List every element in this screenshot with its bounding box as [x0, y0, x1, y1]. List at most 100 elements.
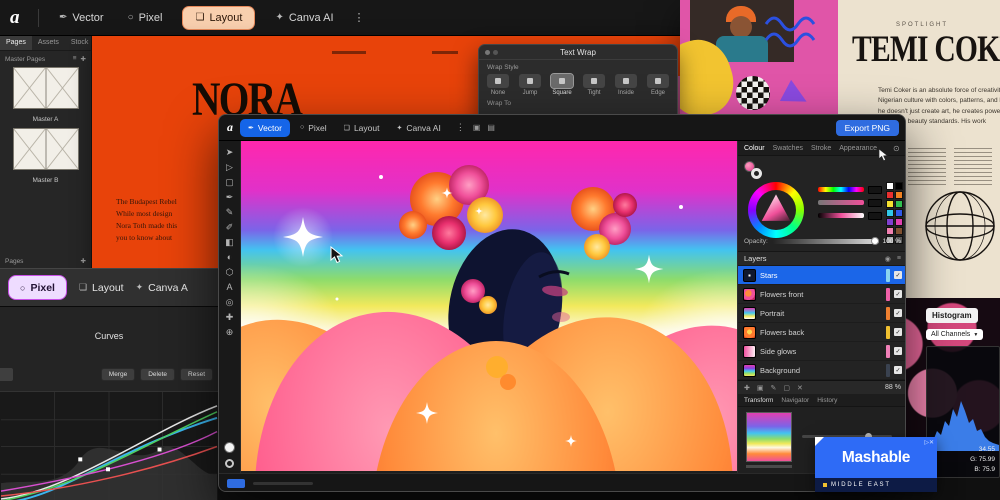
channel-select[interactable]: All Channels ▼	[926, 329, 984, 340]
edit-layer-icon[interactable]: ✎	[771, 384, 777, 392]
layer-row-portrait[interactable]: Portrait ✓	[738, 304, 905, 323]
cutoff-button[interactable]	[0, 367, 13, 381]
persona-canva-2[interactable]: ✦ Canva A	[136, 282, 188, 294]
picker-tool-icon[interactable]: ⊕	[226, 328, 234, 337]
tab-navigator[interactable]: Navigator	[781, 397, 809, 404]
canvas[interactable]	[241, 141, 737, 471]
swatch[interactable]	[895, 200, 903, 208]
node-tool-icon[interactable]: ▷	[226, 163, 233, 172]
opacity-slider[interactable]	[771, 237, 879, 245]
stroke-well[interactable]	[225, 459, 234, 468]
layer-visibility-checkbox[interactable]: ✓	[894, 366, 902, 374]
swatch[interactable]	[895, 182, 903, 190]
persona-pixel[interactable]: ○ Pixel	[116, 0, 175, 35]
tab-stock[interactable]: Stock	[65, 36, 95, 50]
persona-canva-ai[interactable]: ✦ Canva AI	[263, 0, 345, 35]
tab-colour[interactable]: Colour	[744, 145, 765, 152]
group-layer-icon[interactable]: ▢	[783, 384, 790, 392]
kebab-menu-icon[interactable]: ⋮	[346, 11, 373, 24]
dialog-close-icon[interactable]	[485, 49, 490, 55]
layers-target-icon[interactable]: ◉	[885, 255, 891, 263]
swatch[interactable]	[886, 218, 894, 226]
master-b-item[interactable]: Master B	[12, 127, 79, 184]
panel-list-icon[interactable]: ≡	[73, 55, 77, 63]
persona-layout[interactable]: ❏ Layout	[337, 123, 387, 133]
export-png-button[interactable]: Export PNG	[835, 119, 899, 136]
shape-tool-icon[interactable]: ⬡	[226, 268, 234, 277]
transparency-tool-icon[interactable]: ◐	[227, 253, 232, 262]
layer-visibility-checkbox[interactable]: ✓	[894, 309, 902, 317]
persona-layout-active[interactable]: ❏ Layout	[182, 5, 256, 30]
swatch[interactable]	[886, 182, 894, 190]
curves-graph[interactable]	[0, 391, 218, 500]
persona-vector[interactable]: ✒ Vector	[47, 0, 116, 35]
pages-add-icon[interactable]: ✚	[81, 257, 86, 265]
pen-tool-icon[interactable]: ✒	[226, 193, 234, 202]
tab-swatches[interactable]: Swatches	[773, 145, 803, 152]
hue-slider[interactable]	[818, 187, 864, 192]
delete-layer-icon[interactable]: ✕	[797, 384, 803, 392]
tab-appearance[interactable]: Appearance	[839, 145, 877, 152]
layer-visibility-checkbox[interactable]: ✓	[894, 347, 902, 355]
add-master-icon[interactable]: ✚	[81, 55, 86, 63]
layers-opacity-value[interactable]: 88 %	[885, 384, 901, 391]
reset-button[interactable]: Reset	[180, 367, 213, 381]
tab-pages[interactable]: Pages	[0, 36, 32, 50]
persona-layout-2[interactable]: ❏ Layout	[79, 282, 124, 294]
wrap-option-jump[interactable]: Jump	[519, 74, 541, 96]
delete-button[interactable]: Delete	[140, 367, 176, 381]
move-tool-icon[interactable]: ➤	[226, 148, 234, 157]
pin-icon[interactable]: ⊙	[893, 144, 900, 153]
layer-visibility-checkbox[interactable]: ✓	[894, 271, 902, 279]
layer-row-background[interactable]: Background ✓	[738, 361, 905, 380]
wrap-option-none[interactable]: None	[487, 74, 509, 96]
marquee-tool-icon[interactable]: ▢	[225, 178, 234, 187]
fill-tool-icon[interactable]: ◧	[225, 238, 234, 247]
layer-row-stars[interactable]: Stars ✓	[738, 266, 905, 285]
wrap-option-square[interactable]: Square	[550, 73, 574, 96]
wrap-option-tight[interactable]: Tight	[583, 74, 605, 96]
mask-layer-icon[interactable]: ▣	[757, 384, 764, 392]
tab-stroke[interactable]: Stroke	[811, 145, 831, 152]
lightness-slider[interactable]	[818, 213, 864, 218]
zoom-chip[interactable]	[227, 478, 245, 488]
hue-value-box[interactable]	[868, 186, 882, 194]
layer-visibility-checkbox[interactable]: ✓	[894, 290, 902, 298]
add-layer-icon[interactable]: ✚	[744, 384, 750, 392]
persona-vector-active[interactable]: ✒ Vector	[240, 118, 290, 137]
swatch[interactable]	[895, 209, 903, 217]
master-a-item[interactable]: Master A	[12, 66, 79, 123]
dialog-collapse-icon[interactable]	[493, 49, 498, 55]
tab-history[interactable]: History	[817, 397, 837, 404]
persona-pixel-active[interactable]: ○ Pixel	[8, 275, 67, 300]
stroke-swatch[interactable]	[751, 168, 762, 179]
swatch[interactable]	[895, 227, 903, 235]
layer-visibility-checkbox[interactable]: ✓	[894, 328, 902, 336]
merge-button[interactable]: Merge	[100, 367, 136, 381]
tab-transform[interactable]: Transform	[744, 397, 773, 404]
persona-pixel[interactable]: ○ Pixel	[293, 123, 334, 133]
ad-choices-icon[interactable]: ▷✕	[924, 439, 934, 446]
saturation-slider[interactable]	[818, 200, 864, 205]
text-tool-icon[interactable]: A	[226, 283, 232, 292]
lightness-value-box[interactable]	[868, 212, 882, 220]
persona-canva-ai[interactable]: ✦ Canva AI	[389, 123, 447, 133]
layer-row-flowers-front[interactable]: Flowers front ✓	[738, 285, 905, 304]
navigator-thumbnail[interactable]	[746, 412, 792, 462]
layers-menu-icon[interactable]: ≡	[897, 255, 901, 262]
swatch[interactable]	[886, 191, 894, 199]
brush-tool-icon[interactable]: ✐	[226, 223, 234, 232]
pencil-tool-icon[interactable]: ✎	[226, 208, 234, 217]
saturation-value-box[interactable]	[868, 199, 882, 207]
layer-row-flowers-back[interactable]: Flowers back ✓	[738, 323, 905, 342]
kebab-menu-icon[interactable]: ⋮	[451, 122, 470, 133]
crop-tool-icon[interactable]: ✚	[226, 313, 234, 322]
snapshot-icon[interactable]: ▣	[473, 123, 481, 132]
zoom-tool-icon[interactable]: ◎	[226, 298, 234, 307]
swatch[interactable]	[886, 209, 894, 217]
grid-view-icon[interactable]: ▤	[487, 123, 495, 132]
wrap-option-edge[interactable]: Edge	[647, 74, 669, 96]
swatch[interactable]	[895, 191, 903, 199]
swatch[interactable]	[895, 218, 903, 226]
swatch[interactable]	[886, 227, 894, 235]
